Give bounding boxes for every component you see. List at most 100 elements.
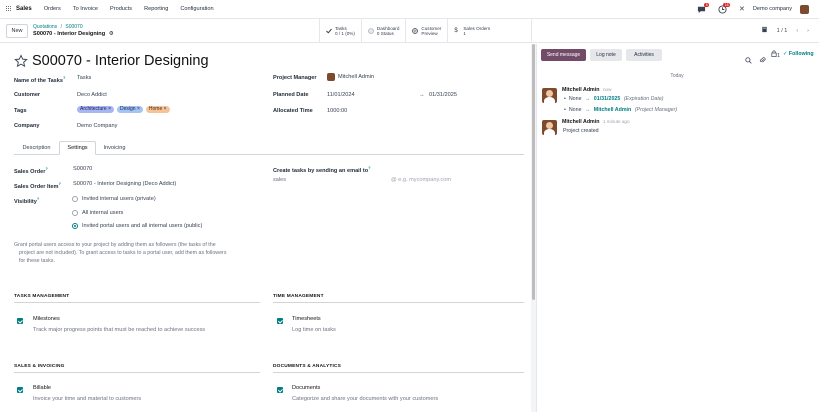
globe-icon — [412, 28, 419, 34]
user-avatar[interactable] — [800, 4, 809, 14]
message-author-avatar[interactable] — [542, 88, 557, 103]
chat-icon[interactable]: 5 — [697, 2, 709, 14]
sales-order-item-label: Sales Order Item? — [14, 181, 61, 190]
project-manager-label: Project Manager — [273, 75, 317, 81]
message-time: 1 minute ago — [602, 119, 630, 124]
visibility-private-label[interactable]: Invited internal users (private) — [82, 196, 156, 202]
app-name[interactable]: Sales — [16, 6, 32, 12]
paperclip-icon[interactable] — [759, 51, 766, 69]
tab-invoicing[interactable]: Invoicing — [96, 141, 133, 155]
allocated-time-field[interactable]: 1000:00 — [327, 108, 347, 114]
following-toggle[interactable]: ✓ Following — [783, 51, 814, 57]
sales-orders-smart-button[interactable]: $ Sales Orders 1 — [447, 19, 496, 43]
pager-prev-icon[interactable]: ‹ — [796, 28, 798, 34]
visibility-internal-radio[interactable] — [72, 210, 78, 216]
send-message-button[interactable]: Send message — [541, 49, 586, 61]
documents-title: Documents — [292, 385, 321, 391]
section-sales-invoicing: SALES & INVOICING — [14, 364, 65, 369]
customer-label: Customer — [14, 92, 41, 98]
pager-value[interactable]: 1 / 1 — [777, 28, 788, 34]
new-button[interactable]: New — [6, 23, 28, 38]
company-field[interactable]: Demo Company — [77, 123, 117, 129]
sales-order-label: Sales Order? — [14, 166, 48, 175]
project-manager-value: Mitchell Admin — [338, 74, 375, 80]
gear-icon[interactable]: ⚙ — [109, 31, 114, 37]
star-icon[interactable] — [14, 54, 28, 68]
tags-field[interactable]: Architecture × Design × Home × — [77, 106, 173, 113]
timesheets-checkbox[interactable] — [277, 318, 283, 324]
milestones-checkbox[interactable] — [17, 318, 23, 324]
form-tabs: Description Settings Invoicing — [14, 141, 524, 155]
message-author[interactable]: Mitchell Admin — [562, 87, 599, 93]
dashboard-value: 0 Status — [376, 31, 394, 36]
customer-preview-smart-button[interactable]: Customer Preview — [405, 19, 447, 43]
follower-count: 1 — [777, 53, 781, 59]
tracking-new: 01/31/2025 — [593, 96, 621, 102]
section-divider — [273, 302, 524, 303]
tab-settings[interactable]: Settings — [59, 141, 96, 155]
email-domain-field[interactable]: @ e.g. mycompany.com — [391, 177, 451, 183]
email-alias-field[interactable]: sales — [273, 177, 286, 183]
menu-configuration[interactable]: Configuration — [180, 6, 213, 12]
app-menu-icon[interactable] — [6, 6, 12, 12]
planned-date-end[interactable]: 01/31/2025 — [429, 92, 457, 98]
company-switcher[interactable]: Demo company — [753, 6, 792, 12]
breadcrumb-order[interactable]: S00070 — [65, 24, 82, 30]
tag-architecture[interactable]: Architecture × — [77, 106, 114, 113]
visibility-private-radio[interactable] — [72, 196, 78, 202]
scrollbar-thumb[interactable] — [532, 44, 535, 300]
visibility-internal-label[interactable]: All internal users — [82, 210, 123, 216]
message-author[interactable]: Mitchell Admin — [562, 119, 599, 125]
section-divider — [273, 372, 524, 373]
section-divider — [14, 372, 260, 373]
page-title: S00070 - Interior Designing — [32, 53, 209, 69]
billable-checkbox[interactable] — [17, 387, 23, 393]
visibility-public-label[interactable]: Invited portal users and all internal us… — [82, 223, 202, 229]
tasks-smart-button[interactable]: Tasks 0 / 1 (0%) — [319, 19, 361, 43]
documents-desc: Categorize and share your documents with… — [292, 396, 439, 402]
menu-orders[interactable]: Orders — [44, 6, 61, 12]
tracking-arrow: → — [585, 96, 591, 102]
pager-next-icon[interactable]: › — [807, 28, 809, 34]
project-manager-field[interactable]: Mitchell Admin — [327, 73, 374, 81]
log-note-button[interactable]: Log note — [590, 49, 622, 61]
message-author-avatar[interactable] — [542, 120, 557, 135]
planned-date-start[interactable]: 11/01/2024 — [327, 92, 355, 98]
breadcrumb-current: S00070 - Interior Designing — [33, 30, 106, 37]
tracking-field: (Expiration Date) — [623, 96, 664, 102]
milestones-title: Milestones — [33, 316, 60, 322]
chatter-control-panel: 1 / 1 ‹ › — [531, 19, 819, 43]
menu-products[interactable]: Products — [110, 6, 132, 12]
customer-field[interactable]: Deco Addict — [77, 92, 107, 98]
attachment-icon[interactable] — [761, 26, 768, 35]
dashboard-smart-button[interactable]: Dashboard 0 Status — [360, 19, 405, 43]
message-header: Mitchell Admin 1 minute ago — [562, 119, 630, 125]
timesheets-desc: Log time on tasks — [292, 327, 336, 333]
tag-design[interactable]: Design × — [117, 106, 143, 113]
visibility-public-radio[interactable] — [72, 223, 78, 229]
menu-reporting[interactable]: Reporting — [144, 6, 168, 12]
sales-order-item-field[interactable]: S00070 - Interior Designing (Deco Addict… — [73, 181, 176, 187]
company-label: Company — [14, 123, 40, 129]
smart-buttons: Tasks 0 / 1 (0%) Dashboard 0 Status Custom… — [319, 19, 496, 43]
breadcrumb-quotations[interactable]: Quotations — [33, 24, 57, 30]
section-time-management: TIME MANAGEMENT — [273, 294, 324, 299]
search-icon[interactable] — [745, 51, 752, 69]
tab-description[interactable]: Description — [14, 141, 59, 155]
tag-home[interactable]: Home × — [145, 106, 170, 113]
section-documents-analytics: DOCUMENTS & ANALYTICS — [273, 364, 342, 369]
tracking-new: Mitchell Admin — [593, 107, 632, 113]
documents-checkbox[interactable] — [277, 387, 283, 393]
activity-clock-icon[interactable]: 18 — [718, 2, 730, 14]
name-tasks-field[interactable]: Tasks — [77, 75, 91, 81]
milestones-desc: Track major progress points that must be… — [33, 327, 206, 333]
menu-to-invoice[interactable]: To Invoice — [73, 6, 98, 12]
tracking-change-1: • None → 01/31/2025 (Expiration Date) — [564, 96, 664, 102]
form-title-row: S00070 - Interior Designing — [14, 53, 209, 69]
followers-icon[interactable]: 1 — [771, 50, 780, 59]
tracking-change-2: • None → Mitchell Admin (Project Manager) — [564, 107, 678, 113]
activities-button[interactable]: Activities — [626, 49, 662, 61]
settings-icon[interactable]: ✕ — [739, 5, 745, 13]
sales-order-field[interactable]: S00070 — [73, 166, 92, 172]
project-form: S00070 - Interior Designing Name of the … — [0, 44, 531, 412]
